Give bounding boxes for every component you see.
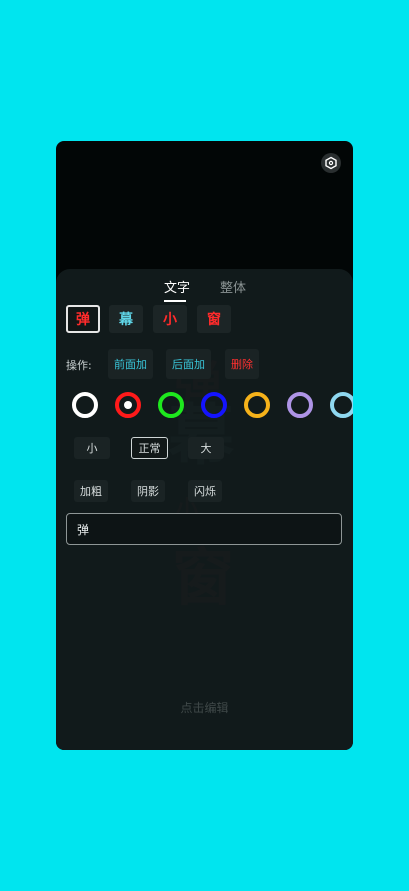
add-after-button[interactable]: 后面加 xyxy=(166,349,211,379)
add-before-button[interactable]: 前面加 xyxy=(108,349,153,379)
edit-panel: 文字 整体 弹 幕 小 窗 操作: 前面加 后面加 删除 小 正常 大 加粗 阴… xyxy=(56,269,353,750)
active-tab-indicator xyxy=(164,300,186,302)
color-swatch-green[interactable] xyxy=(158,392,184,418)
char-chip-2[interactable]: 幕 xyxy=(109,305,143,333)
blink-button[interactable]: 闪烁 xyxy=(188,480,222,502)
shadow-button[interactable]: 阴影 xyxy=(131,480,165,502)
color-swatch-lavender[interactable] xyxy=(287,392,313,418)
hexagon-settings-icon xyxy=(325,156,337,170)
tab-overall[interactable]: 整体 xyxy=(220,277,246,296)
color-palette xyxy=(56,392,353,420)
operation-label: 操作: xyxy=(66,359,92,372)
color-swatch-blue[interactable] xyxy=(201,392,227,418)
settings-button[interactable] xyxy=(321,153,341,173)
color-swatch-yellow[interactable] xyxy=(244,392,270,418)
size-normal-button[interactable]: 正常 xyxy=(131,437,168,459)
tap-to-edit-hint[interactable]: 点击编辑 xyxy=(56,699,353,716)
color-swatch-light-blue[interactable] xyxy=(330,392,353,418)
size-large-button[interactable]: 大 xyxy=(188,437,224,459)
tab-text[interactable]: 文字 xyxy=(164,277,190,296)
delete-button[interactable]: 删除 xyxy=(225,349,259,379)
text-input[interactable] xyxy=(66,513,342,545)
color-swatch-red[interactable] xyxy=(115,392,141,418)
char-chip-4[interactable]: 窗 xyxy=(197,305,231,333)
size-small-button[interactable]: 小 xyxy=(74,437,110,459)
bold-button[interactable]: 加粗 xyxy=(74,480,108,502)
char-chip-3[interactable]: 小 xyxy=(153,305,187,333)
preview-phone: 弹 幕 小 窗 文字 整体 弹 幕 小 窗 操作: 前面加 后面加 删除 xyxy=(56,141,353,750)
tab-bar: 文字 整体 xyxy=(56,277,353,303)
selected-dot-icon xyxy=(124,401,132,409)
color-swatch-white[interactable] xyxy=(72,392,98,418)
char-chip-1[interactable]: 弹 xyxy=(66,305,100,333)
